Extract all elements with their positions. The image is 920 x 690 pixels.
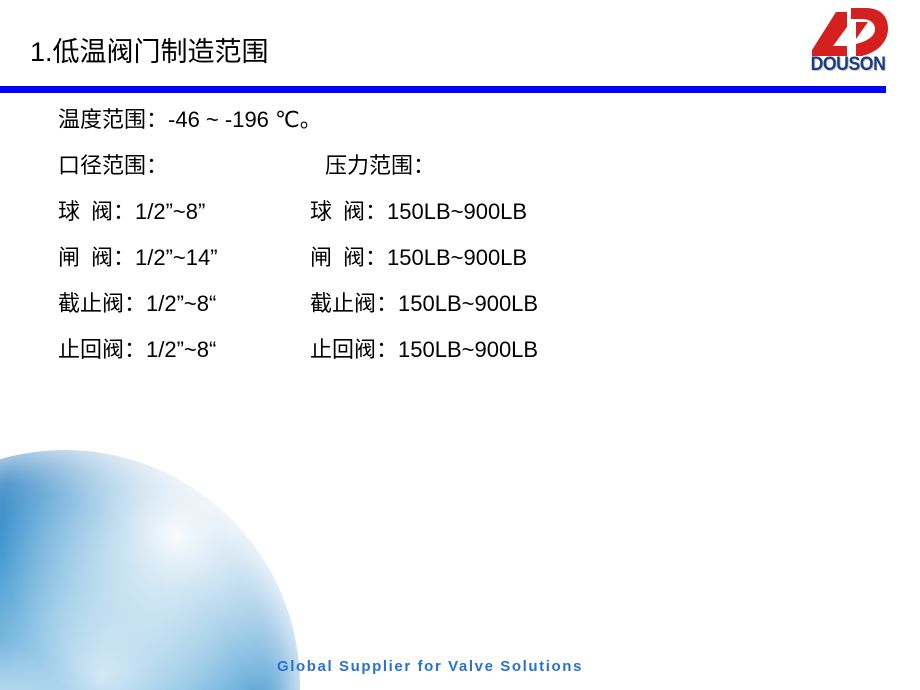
table-row: 闸 阀：1/2”~14” 闸 阀：150LB~900LB <box>0 241 920 287</box>
row-2-right: 截止阀：150LB~900LB <box>310 287 538 321</box>
row-1-left-value: 1/2”~14” <box>135 245 218 270</box>
row-2-left-label: 截止阀： <box>58 291 147 316</box>
row-0-right-label: 球 阀： <box>310 199 388 224</box>
row-3-left: 止回阀：1/2”~8“ <box>58 333 216 367</box>
temperature-line: 温度范围：-46 ~ -196 ℃。 <box>58 103 322 137</box>
temperature-label: 温度范围： <box>58 107 169 132</box>
row-3-right: 止回阀：150LB~900LB <box>310 333 538 367</box>
temperature-terminator: 。 <box>299 107 322 132</box>
row-3-left-label: 止回阀： <box>58 337 147 362</box>
row-0-left-value: 1/2”~8” <box>135 199 206 224</box>
footer-tagline: Global Supplier for Valve Solutions <box>276 658 584 675</box>
row-3-right-value: 150LB~900LB <box>398 337 539 362</box>
table-row: 截止阀：1/2”~8“ 截止阀：150LB~900LB <box>0 287 920 333</box>
row-2-left: 截止阀：1/2”~8“ <box>58 287 216 321</box>
douson-logo: DOUSON <box>792 6 904 80</box>
row-1-left-label: 闸 阀： <box>58 245 136 270</box>
temperature-row: 温度范围：-46 ~ -196 ℃。 <box>0 103 920 149</box>
row-1-right: 闸 阀：150LB~900LB <box>310 241 527 275</box>
row-3-left-value: 1/2”~8“ <box>146 337 217 362</box>
content-block: 温度范围：-46 ~ -196 ℃。 口径范围： 压力范围： 球 阀：1/2”~… <box>0 103 920 379</box>
column-header-row: 口径范围： 压力范围： <box>0 149 920 195</box>
column-header-size: 口径范围： <box>58 153 169 178</box>
row-2-right-value: 150LB~900LB <box>398 291 539 316</box>
table-row: 止回阀：1/2”~8“ 止回阀：150LB~900LB <box>0 333 920 379</box>
title-divider-rule <box>0 86 886 93</box>
row-1-left: 闸 阀：1/2”~14” <box>58 241 218 275</box>
row-3-right-label: 止回阀： <box>310 337 399 362</box>
douson-wordmark: DOUSON <box>810 54 886 75</box>
column-header-pressure: 压力范围： <box>325 153 436 178</box>
temperature-unit: ℃ <box>275 107 300 132</box>
page-title: 1.低温阀门制造范围 <box>30 37 269 67</box>
slide: DOUSON 1.低温阀门制造范围 温度范围：-46 ~ -196 ℃。 口径范… <box>0 0 920 690</box>
row-0-right: 球 阀：150LB~900LB <box>310 195 527 229</box>
row-0-left-label: 球 阀： <box>58 199 136 224</box>
douson-logo-mark-icon <box>812 8 888 56</box>
table-row: 球 阀：1/2”~8” 球 阀：150LB~900LB <box>0 195 920 241</box>
row-2-right-label: 截止阀： <box>310 291 399 316</box>
globe-graphic <box>0 450 300 690</box>
row-0-right-value: 150LB~900LB <box>387 199 528 224</box>
temperature-value: -46 ~ -196 <box>168 107 276 132</box>
row-1-right-label: 闸 阀： <box>310 245 388 270</box>
row-1-right-value: 150LB~900LB <box>387 245 528 270</box>
row-0-left: 球 阀：1/2”~8” <box>58 195 205 229</box>
row-2-left-value: 1/2”~8“ <box>146 291 217 316</box>
